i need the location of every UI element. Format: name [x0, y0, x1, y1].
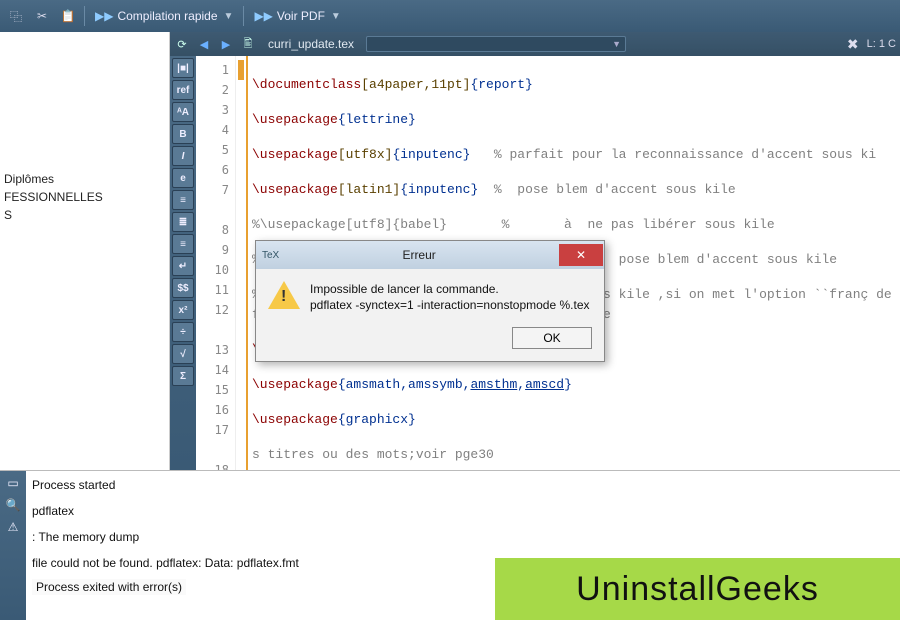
log-line: pdflatex — [32, 501, 894, 521]
structure-item[interactable]: FESSIONNELLES — [4, 188, 165, 206]
left-align-icon[interactable]: ≡ — [172, 190, 194, 210]
file-name: curri_update.tex — [262, 37, 360, 51]
sqrt-icon[interactable]: √ — [172, 344, 194, 364]
ref-icon[interactable]: ref — [172, 80, 194, 100]
view-pdf-label: Voir PDF — [277, 9, 325, 23]
frac-icon[interactable]: ÷ — [172, 322, 194, 342]
log-line: Process started — [32, 475, 894, 495]
copy-icon[interactable]: ⿻ — [4, 4, 28, 28]
line-gutter: 12345678910111213141516171819 — [196, 56, 236, 470]
paste-icon[interactable]: 📋 — [56, 4, 80, 28]
emph-icon[interactable]: e — [172, 168, 194, 188]
ok-button[interactable]: OK — [512, 327, 592, 349]
structure-item[interactable]: Diplômes — [4, 170, 165, 188]
close-icon[interactable]: ✕ — [559, 244, 603, 266]
structure-item[interactable]: S — [4, 206, 165, 224]
chevron-down-icon: ▼ — [331, 11, 341, 22]
newline-icon[interactable]: ↵ — [172, 256, 194, 276]
app-icon: TeX — [262, 250, 279, 261]
dialog-message: Impossible de lancer la commande. pdflat… — [310, 281, 590, 313]
refresh-icon[interactable]: ⟳ — [174, 36, 190, 52]
dialog-title: Erreur — [279, 248, 559, 262]
structure-panel: Diplômes FESSIONNELLES S — [0, 32, 170, 470]
error-dialog: TeX Erreur ✕ Impossible de lancer la com… — [255, 240, 605, 362]
nav-forward-icon[interactable]: ▶ — [218, 36, 234, 52]
watermark: UninstallGeeks — [495, 558, 900, 620]
nav-back-icon[interactable]: ◀ — [196, 36, 212, 52]
change-marks — [236, 56, 246, 470]
center-align-icon[interactable]: ≣ — [172, 212, 194, 232]
view-pdf-dropdown[interactable]: ▶▶ Voir PDF ▼ — [248, 4, 346, 28]
font-icon[interactable]: ᴬA — [172, 102, 194, 122]
compile-label: Compilation rapide — [117, 9, 217, 23]
log-search-icon[interactable]: 🔍 — [3, 495, 23, 515]
compile-dropdown[interactable]: ▶▶ Compilation rapide ▼ — [89, 4, 239, 28]
log-messages-icon[interactable]: ▭ — [3, 473, 23, 493]
exp-icon[interactable]: x² — [172, 300, 194, 320]
italic-icon[interactable]: I — [172, 146, 194, 166]
log-line: Process exited with error(s) — [32, 579, 186, 595]
warning-icon — [268, 281, 300, 309]
close-file-icon[interactable]: ✖ — [847, 36, 859, 53]
run-icon: ▶▶ — [254, 9, 272, 23]
run-icon: ▶▶ — [95, 9, 113, 23]
file-tab-bar: ⟳ ◀ ▶ 🖺 curri_update.tex ▼ ✖ L: 1 C — [170, 32, 900, 56]
dialog-titlebar[interactable]: TeX Erreur ✕ — [256, 241, 604, 269]
line-col-indicator: L: 1 C — [867, 38, 896, 50]
sum-icon[interactable]: Σ — [172, 366, 194, 386]
format-toolbar: |■| ref ᴬA B I e ≡ ≣ ≡ ↵ $$ x² ÷ √ Σ — [170, 56, 196, 470]
cut-icon[interactable]: ✂ — [30, 4, 54, 28]
part-icon[interactable]: |■| — [172, 58, 194, 78]
main-toolbar: ⿻ ✂ 📋 ▶▶ Compilation rapide ▼ ▶▶ Voir PD… — [0, 0, 900, 32]
log-warnings-icon[interactable]: ⚠ — [3, 517, 23, 537]
log-line: : The memory dump — [32, 527, 894, 547]
right-align-icon[interactable]: ≡ — [172, 234, 194, 254]
file-dropdown[interactable]: ▼ — [366, 36, 626, 52]
bold-icon[interactable]: B — [172, 124, 194, 144]
chevron-down-icon: ▼ — [224, 11, 234, 22]
file-icon: 🖺 — [240, 36, 256, 52]
math-icon[interactable]: $$ — [172, 278, 194, 298]
